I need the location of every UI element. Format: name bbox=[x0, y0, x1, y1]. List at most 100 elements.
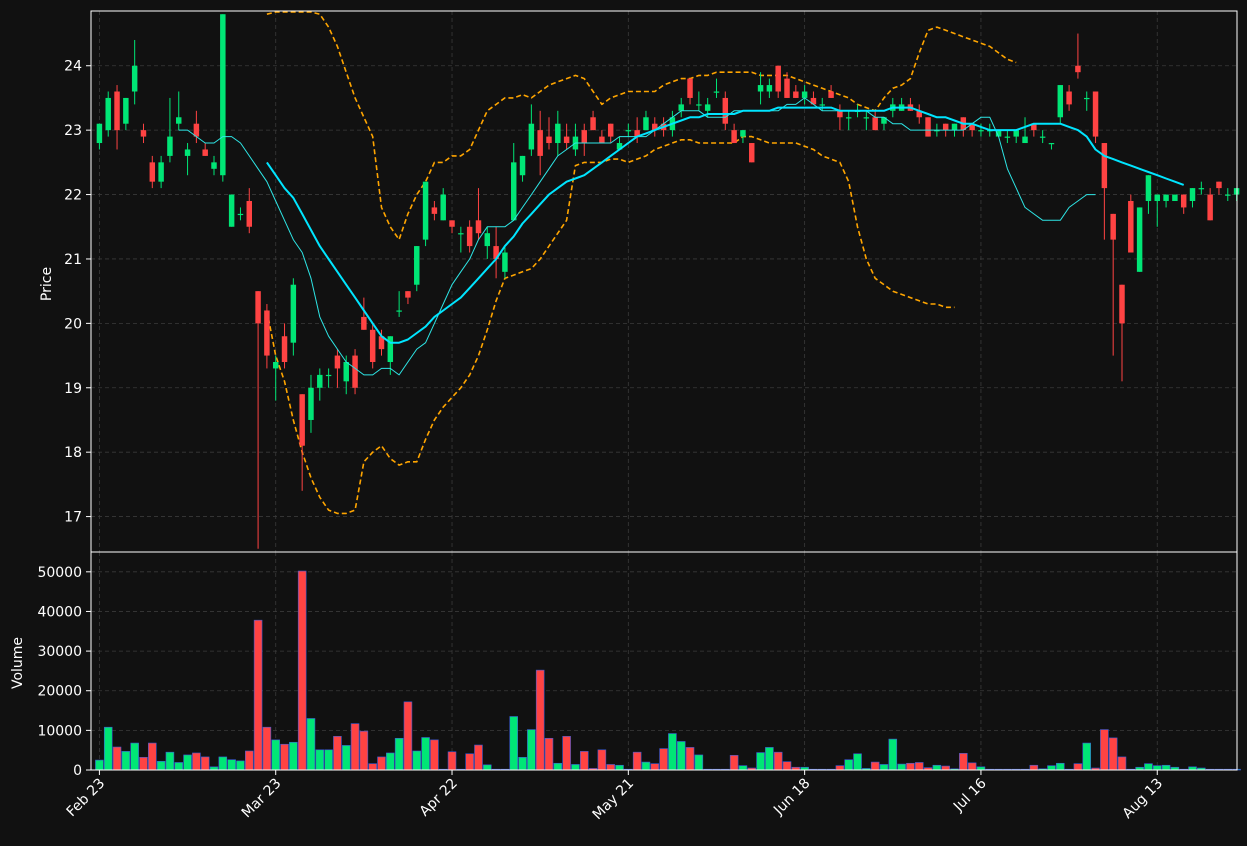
candle-body-up bbox=[1013, 130, 1019, 137]
candle-body-down bbox=[369, 329, 376, 363]
candle-body-up bbox=[458, 233, 464, 235]
volume-bar-down bbox=[597, 749, 607, 771]
candle-body-up bbox=[1225, 194, 1231, 196]
candle-body-down bbox=[546, 136, 552, 144]
candle-body-up bbox=[1048, 143, 1055, 145]
volume-bar-up bbox=[1152, 765, 1162, 771]
volume-bar-down bbox=[253, 619, 263, 771]
candle-body-up bbox=[845, 117, 852, 119]
volume-bar-down bbox=[1073, 763, 1083, 771]
candle-body-up bbox=[819, 104, 826, 106]
candle-body-down bbox=[607, 123, 614, 137]
candle-body-up bbox=[308, 387, 314, 420]
candle-body-up bbox=[528, 123, 535, 150]
volume-bar-up bbox=[1056, 762, 1065, 771]
candle-body-up bbox=[1145, 175, 1152, 201]
candle-body-up bbox=[1172, 194, 1178, 201]
volume-bar-up bbox=[668, 733, 677, 771]
volume-tick-label: 40000 bbox=[37, 604, 82, 620]
volume-bar-up bbox=[483, 764, 492, 771]
price-axis-label: Price bbox=[39, 267, 55, 301]
candle-body-up bbox=[678, 104, 684, 111]
candle-body-up bbox=[1004, 136, 1011, 138]
price-tick-label: 21 bbox=[64, 252, 82, 268]
volume-bar-up bbox=[227, 759, 236, 771]
candle-body-up bbox=[1057, 85, 1064, 118]
candle-body-down bbox=[687, 78, 693, 98]
volume-bar-down bbox=[1029, 764, 1039, 771]
chart-background bbox=[0, 0, 1247, 842]
volume-bar-up bbox=[1161, 764, 1171, 771]
candle-body-down bbox=[1128, 200, 1134, 253]
volume-bar-up bbox=[174, 762, 184, 771]
volume-bar-up bbox=[394, 737, 404, 771]
candle-body-down bbox=[1207, 194, 1213, 221]
volume-bar-up bbox=[1144, 763, 1153, 771]
volume-bar-up bbox=[103, 726, 113, 771]
price-tick-label: 22 bbox=[64, 188, 82, 204]
volume-bar-down bbox=[870, 761, 880, 771]
volume-bar-up bbox=[844, 759, 853, 771]
candle-body-down bbox=[537, 130, 543, 156]
volume-bar-up bbox=[1047, 765, 1056, 771]
volume-bar-up bbox=[676, 741, 686, 771]
candle-body-up bbox=[502, 252, 508, 272]
volume-bar-down bbox=[368, 763, 377, 771]
stock-chart: 17 18 19 20 21 22 23 24 0 10000 20000 30000 40000 50… bbox=[0, 0, 1247, 842]
candle-body-up bbox=[96, 123, 103, 144]
volume-bar-down bbox=[941, 765, 950, 771]
candle-body-down bbox=[784, 78, 790, 98]
candle-body-up bbox=[123, 97, 129, 124]
candle-body-up bbox=[414, 246, 420, 285]
candle-body-up bbox=[440, 194, 446, 221]
candle-body-down bbox=[299, 394, 305, 446]
candle-body-up bbox=[131, 65, 138, 92]
candle-body-up bbox=[510, 162, 517, 221]
candle-body-down bbox=[264, 310, 270, 356]
candle-body-up bbox=[317, 374, 323, 388]
candle-body-up bbox=[625, 130, 632, 132]
volume-bar-down bbox=[403, 701, 413, 771]
volume-bar-down bbox=[959, 753, 968, 771]
volume-bar-down bbox=[262, 726, 272, 771]
volume-bar-down bbox=[729, 755, 739, 771]
candle-body-down bbox=[828, 91, 834, 98]
candle-body-up bbox=[343, 362, 349, 382]
candle-body-down bbox=[599, 136, 605, 144]
candle-body-down bbox=[1180, 194, 1187, 208]
volume-bar-up bbox=[527, 729, 536, 771]
candle-body-down bbox=[449, 220, 455, 227]
candle-body-down bbox=[140, 130, 147, 137]
volume-bar-up bbox=[738, 765, 748, 771]
volume-bar-up bbox=[183, 754, 192, 771]
candle-body-up bbox=[211, 162, 217, 169]
candle-body-up bbox=[184, 149, 191, 156]
volume-bar-down bbox=[685, 747, 695, 771]
volume-bar-up bbox=[341, 745, 351, 771]
volume-bar-up bbox=[932, 764, 942, 771]
candle-body-down bbox=[281, 336, 288, 363]
candle-body-up bbox=[704, 104, 711, 111]
volume-bar-down bbox=[659, 748, 668, 771]
volume-tick-label: 50000 bbox=[37, 565, 82, 581]
volume-bar-down bbox=[192, 752, 201, 771]
candle-body-up bbox=[740, 130, 746, 137]
candle-body-down bbox=[352, 355, 358, 388]
candle-body-up bbox=[228, 194, 235, 227]
volume-bar-up bbox=[553, 762, 563, 771]
volume-bar-up bbox=[165, 751, 175, 771]
candle-body-down bbox=[114, 91, 120, 131]
volume-bar-down bbox=[430, 739, 439, 771]
candle-body-up bbox=[1083, 97, 1090, 100]
volume-bar-down bbox=[377, 756, 386, 771]
volume-bar-up bbox=[694, 754, 704, 771]
volume-bar-up bbox=[518, 757, 527, 771]
volume-bar-down bbox=[914, 762, 924, 771]
candle-body-up bbox=[1154, 194, 1160, 201]
volume-bar-up bbox=[756, 752, 765, 771]
volume-axis-label: Volume bbox=[10, 637, 26, 689]
price-tick-label: 17 bbox=[64, 510, 82, 526]
volume-tick-label: 0 bbox=[73, 763, 82, 779]
volume-bar-down bbox=[782, 761, 792, 771]
candle-body-up bbox=[176, 117, 182, 124]
